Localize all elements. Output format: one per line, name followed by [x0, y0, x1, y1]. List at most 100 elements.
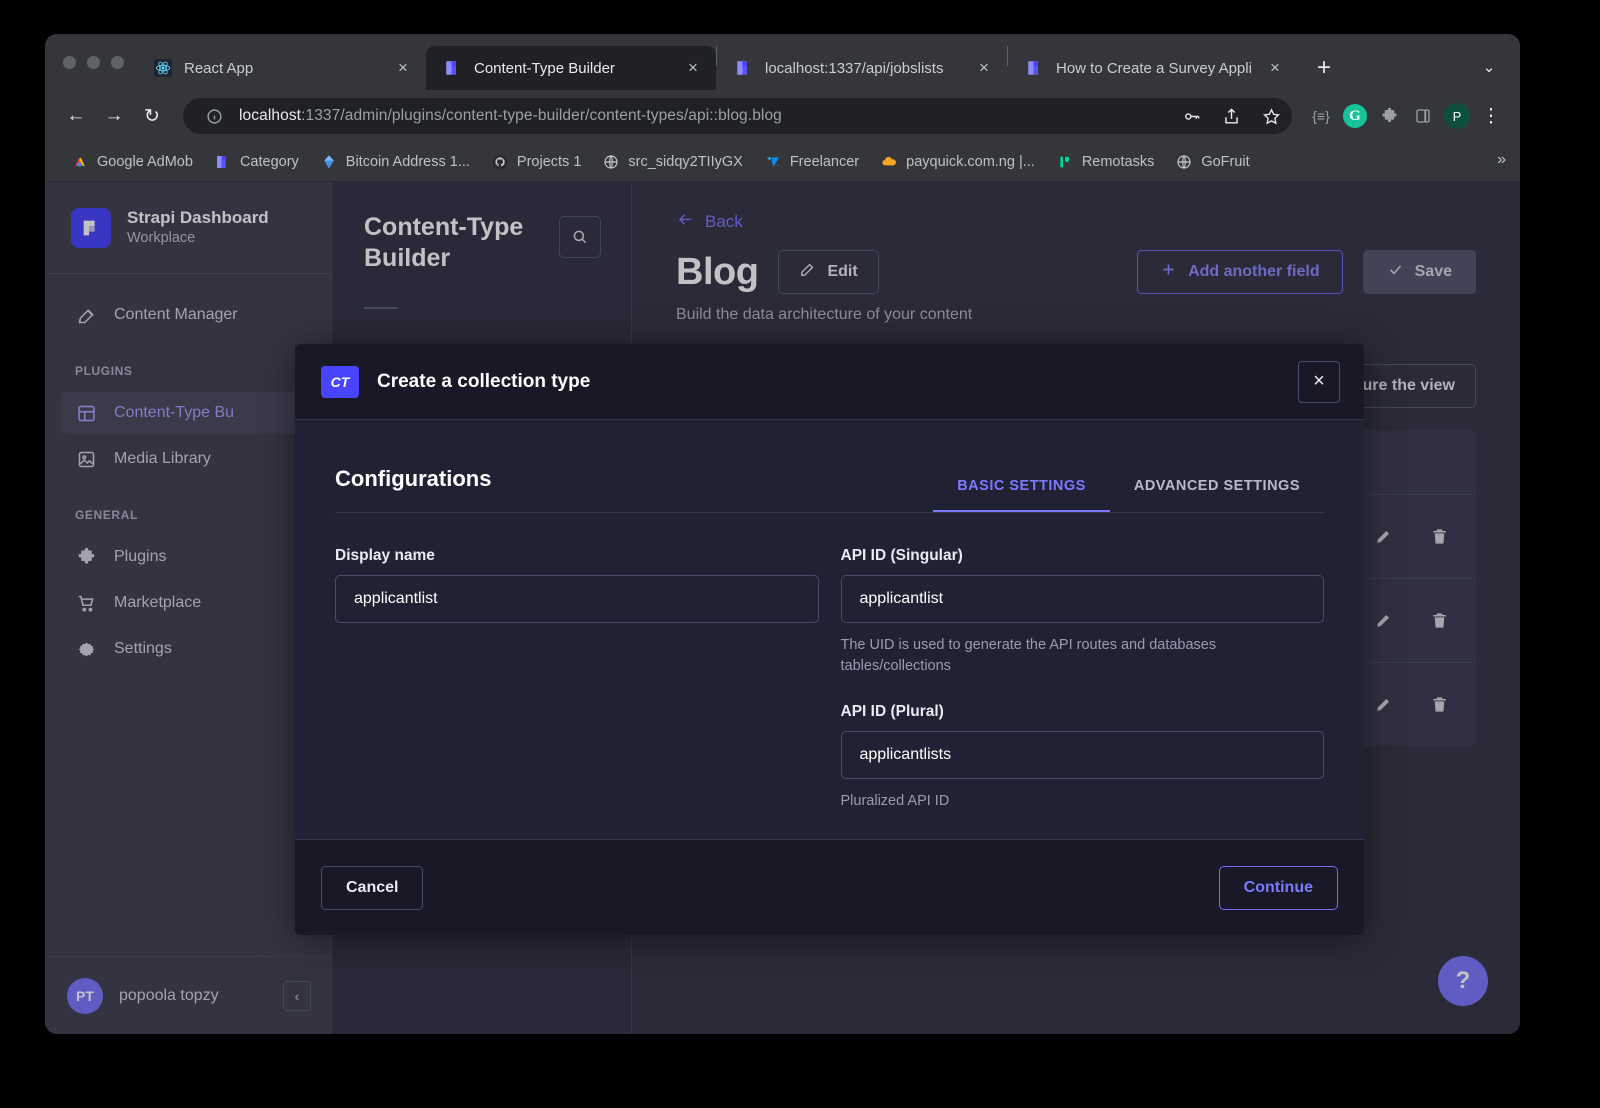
- settings-tabs: BASIC SETTINGS ADVANCED SETTINGS: [933, 478, 1324, 512]
- api-id-plural-group: API ID (Plural) Pluralized API ID: [840, 703, 1324, 812]
- tab-title: React App: [184, 59, 254, 77]
- github-icon: [492, 154, 508, 169]
- bookmark-label: src_sidqy2TIIyGX: [628, 153, 743, 170]
- api-id-singular-input[interactable]: [840, 575, 1324, 623]
- browser-window: React App × Content-Type Builder × local…: [45, 34, 1520, 1034]
- diamond-icon: [324, 154, 334, 169]
- json-viewer-icon[interactable]: {≡}: [1306, 101, 1336, 131]
- tab-title: Content-Type Builder: [474, 59, 615, 77]
- form-grid: Display name API ID (Singular) The UID i…: [335, 547, 1324, 812]
- strapi-icon: [216, 155, 226, 168]
- maximize-window-button[interactable]: [111, 55, 124, 69]
- api-id-plural-input[interactable]: [840, 731, 1324, 780]
- grammarly-badge: G: [1343, 104, 1367, 128]
- bookmark-label: Bitcoin Address 1...: [345, 153, 470, 170]
- tab-basic-settings[interactable]: BASIC SETTINGS: [933, 478, 1110, 512]
- share-icon[interactable]: [1216, 101, 1246, 131]
- api-id-singular-label: API ID (Singular): [840, 547, 963, 564]
- api-id-plural-label: API ID (Plural): [840, 703, 944, 721]
- close-icon[interactable]: ×: [1298, 360, 1340, 403]
- bookmark-label: Projects 1: [516, 153, 582, 170]
- api-id-singular-group: API ID (Singular) The UID is used to gen…: [840, 547, 1324, 677]
- forward-button[interactable]: →: [97, 99, 131, 133]
- display-name-label: Display name: [335, 547, 435, 564]
- grammarly-icon[interactable]: G: [1340, 101, 1370, 131]
- tab-advanced-settings[interactable]: ADVANCED SETTINGS: [1110, 478, 1324, 512]
- bookmarks-overflow-button[interactable]: »: [1497, 151, 1506, 169]
- bookmark-bitcoin-address[interactable]: Bitcoin Address 1...: [310, 148, 481, 176]
- url-path: :1337/admin/plugins/content-type-builder…: [301, 107, 782, 124]
- create-collection-type-modal: CT Create a collection type × Configurat…: [295, 344, 1364, 935]
- url-host: localhost: [239, 107, 302, 124]
- strapi-icon: [446, 61, 456, 75]
- side-panel-icon[interactable]: [1408, 101, 1438, 131]
- bookmark-label: Freelancer: [789, 153, 860, 170]
- bookmark-gofruit[interactable]: GoFruit: [1165, 148, 1260, 176]
- strapi-icon: [737, 61, 747, 75]
- bookmark-remotasks[interactable]: Remotasks: [1046, 148, 1166, 176]
- bookmark-label: GoFruit: [1201, 153, 1250, 170]
- bookmark-projects-1[interactable]: Projects 1: [481, 148, 592, 176]
- cancel-button[interactable]: Cancel: [321, 865, 424, 910]
- bookmark-google-admob[interactable]: Google AdMob: [61, 148, 204, 176]
- modal-footer: Cancel Continue: [295, 839, 1364, 935]
- site-info-icon[interactable]: [199, 101, 229, 131]
- tab-title: How to Create a Survey Applic: [1056, 59, 1252, 77]
- browser-toolbar: ← → ↻ localhost:1337/admin/plugins/conte…: [45, 90, 1520, 142]
- browser-tab-jobslists[interactable]: localhost:1337/api/jobslists ×: [717, 46, 1007, 90]
- strapi-icon: [1028, 61, 1038, 75]
- api-id-singular-hint: The UID is used to generate the API rout…: [840, 637, 1217, 675]
- display-name-group: Display name: [335, 547, 819, 812]
- browser-tab-react-app[interactable]: React App ×: [136, 46, 426, 90]
- chrome-menu-icon[interactable]: ⋮: [1476, 101, 1506, 131]
- tab-search-chevron-down-icon[interactable]: ⌄: [1476, 54, 1502, 80]
- star-icon[interactable]: [1256, 101, 1286, 131]
- bookmark-label: payquick.com.ng |...: [906, 153, 1035, 170]
- new-tab-button[interactable]: +: [1308, 52, 1340, 84]
- modal-header: CT Create a collection type ×: [295, 344, 1364, 420]
- globe-icon: [604, 154, 618, 169]
- close-tab-button[interactable]: ×: [392, 57, 414, 79]
- bookmark-src-sidqy[interactable]: src_sidqy2TIIyGX: [592, 148, 753, 176]
- minimize-window-button[interactable]: [87, 55, 100, 69]
- remotasks-icon: [1060, 156, 1069, 167]
- close-tab-button[interactable]: ×: [682, 57, 704, 79]
- browser-tab-survey-application[interactable]: How to Create a Survey Applic ×: [1008, 46, 1298, 90]
- react-icon: [154, 59, 172, 77]
- freelancer-icon: [766, 156, 779, 167]
- window-traffic-lights: [57, 34, 136, 90]
- configurations-heading: Configurations: [335, 466, 492, 491]
- tab-title: localhost:1337/api/jobslists: [765, 59, 944, 77]
- back-button[interactable]: ←: [59, 99, 93, 133]
- browser-tab-content-type-builder[interactable]: Content-Type Builder ×: [426, 46, 716, 90]
- api-id-plural-hint: Pluralized API ID: [840, 793, 950, 810]
- tab-strip: React App × Content-Type Builder × local…: [45, 34, 1520, 90]
- api-id-column: API ID (Singular) The UID is used to gen…: [840, 547, 1324, 812]
- extensions-puzzle-icon[interactable]: [1374, 101, 1404, 131]
- configurations-row: Configurations BASIC SETTINGS ADVANCED S…: [335, 466, 1324, 513]
- reload-button[interactable]: ↻: [135, 99, 169, 133]
- bookmark-label: Google AdMob: [97, 153, 193, 170]
- admob-icon: [75, 156, 85, 167]
- bookmark-label: Remotasks: [1081, 153, 1155, 170]
- url-text: localhost:1337/admin/plugins/content-typ…: [239, 107, 1166, 125]
- bookmark-category[interactable]: Category: [204, 148, 310, 176]
- close-tab-button[interactable]: ×: [1264, 57, 1286, 79]
- profile-avatar[interactable]: P: [1442, 101, 1472, 131]
- display-name-input[interactable]: [335, 575, 819, 623]
- close-tab-button[interactable]: ×: [973, 57, 995, 79]
- modal-title: Create a collection type: [377, 370, 591, 392]
- continue-button[interactable]: Continue: [1218, 865, 1338, 910]
- globe-icon: [1177, 154, 1191, 169]
- bookmark-label: Category: [239, 153, 299, 170]
- bookmarks-bar: Google AdMob Category Bitcoin Address 1.…: [45, 142, 1520, 182]
- key-icon[interactable]: [1176, 101, 1206, 131]
- bookmark-payquick[interactable]: payquick.com.ng |...: [870, 148, 1046, 176]
- address-bar[interactable]: localhost:1337/admin/plugins/content-typ…: [183, 98, 1292, 134]
- modal-body: Configurations BASIC SETTINGS ADVANCED S…: [295, 420, 1364, 839]
- cloud-icon: [882, 156, 897, 165]
- avatar: P: [1444, 103, 1470, 129]
- bookmark-freelancer[interactable]: Freelancer: [754, 148, 870, 176]
- close-window-button[interactable]: [63, 55, 76, 69]
- collection-type-badge: CT: [321, 365, 359, 398]
